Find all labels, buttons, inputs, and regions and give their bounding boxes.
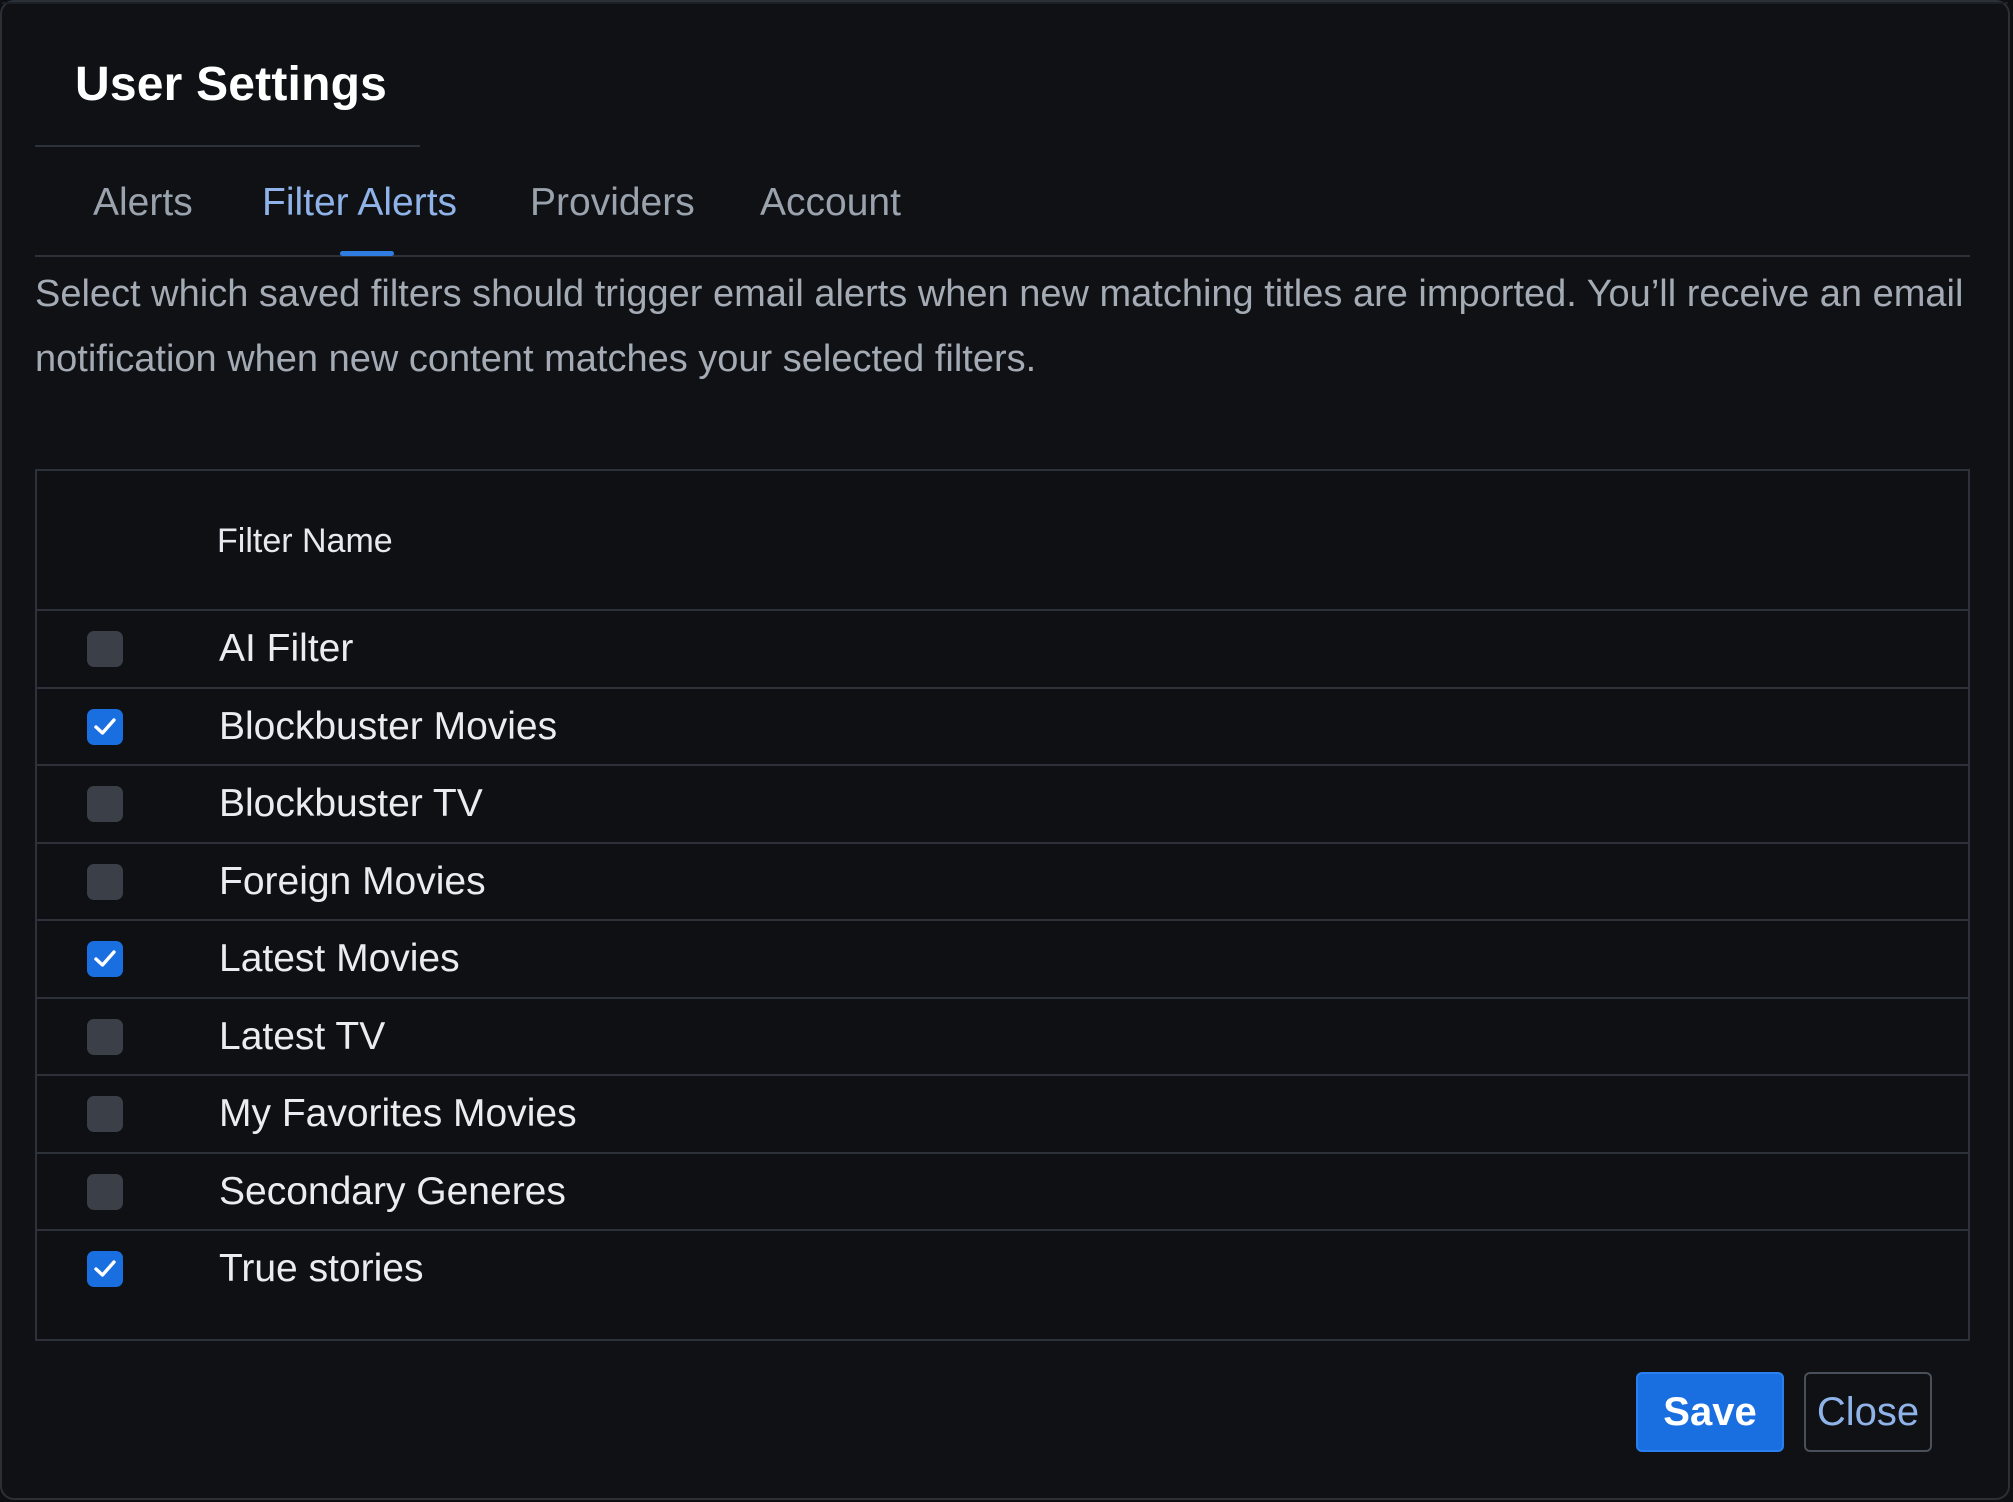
filter-name: Latest TV bbox=[219, 1014, 386, 1058]
filter-name: Secondary Generes bbox=[219, 1169, 566, 1213]
active-tab-indicator bbox=[340, 251, 394, 256]
title-divider bbox=[35, 145, 420, 147]
table-header: Filter Name bbox=[37, 471, 1968, 611]
filter-name: True stories bbox=[219, 1247, 424, 1290]
check-icon bbox=[94, 950, 116, 967]
table-row[interactable]: True stories bbox=[37, 1231, 1968, 1309]
filter-alerts-description: Select which saved filters should trigge… bbox=[35, 273, 1964, 380]
filter-name: Foreign Movies bbox=[219, 859, 486, 903]
table-row[interactable]: My Favorites Movies bbox=[37, 1076, 1968, 1154]
filter-checkbox[interactable] bbox=[87, 941, 123, 977]
close-button[interactable]: Close bbox=[1804, 1372, 1932, 1452]
tab-filter-alerts[interactable]: Filter Alerts bbox=[262, 181, 457, 225]
table-row[interactable]: Blockbuster TV bbox=[37, 766, 1968, 844]
filter-name: My Favorites Movies bbox=[219, 1092, 577, 1135]
tab-providers[interactable]: Providers bbox=[530, 181, 695, 225]
filter-table: Filter Name AI Filter Blockbuster Movies B… bbox=[35, 469, 1970, 1341]
check-icon bbox=[94, 1260, 116, 1277]
table-row[interactable]: AI Filter bbox=[37, 611, 1968, 689]
filter-checkbox[interactable] bbox=[87, 708, 123, 745]
filter-checkbox[interactable] bbox=[87, 1018, 123, 1055]
filter-checkbox[interactable] bbox=[87, 786, 123, 822]
table-row[interactable]: Foreign Movies bbox=[37, 844, 1968, 921]
table-row[interactable]: Latest TV bbox=[37, 999, 1968, 1076]
filter-name: Blockbuster Movies bbox=[219, 704, 558, 748]
filter-checkbox[interactable] bbox=[87, 1251, 123, 1287]
filter-checkbox[interactable] bbox=[87, 631, 123, 667]
table-row[interactable]: Blockbuster Movies bbox=[37, 689, 1968, 766]
filter-name: Latest Movies bbox=[219, 937, 460, 980]
filter-checkbox[interactable] bbox=[87, 863, 123, 900]
tab-account[interactable]: Account bbox=[760, 181, 901, 225]
dialog-top-border bbox=[2, 2, 2008, 4]
filter-name: Blockbuster TV bbox=[219, 782, 483, 825]
tab-alerts[interactable]: Alerts bbox=[93, 181, 193, 225]
filter-checkbox[interactable] bbox=[87, 1173, 123, 1210]
filter-checkbox[interactable] bbox=[87, 1096, 123, 1132]
filter-name: AI Filter bbox=[219, 627, 354, 670]
user-settings-dialog: User Settings Alerts Filter Alerts Provi… bbox=[0, 0, 2010, 1500]
column-header-filter-name: Filter Name bbox=[217, 522, 393, 560]
table-row[interactable]: Latest Movies bbox=[37, 921, 1968, 999]
save-button[interactable]: Save bbox=[1636, 1372, 1784, 1452]
check-icon bbox=[94, 717, 116, 735]
dialog-title: User Settings bbox=[75, 58, 388, 111]
settings-tabs: Alerts Filter Alerts Providers Account bbox=[35, 167, 1970, 257]
table-row[interactable]: Secondary Generes bbox=[37, 1154, 1968, 1231]
table-body: AI Filter Blockbuster Movies Blockbuster T… bbox=[37, 611, 1968, 1309]
